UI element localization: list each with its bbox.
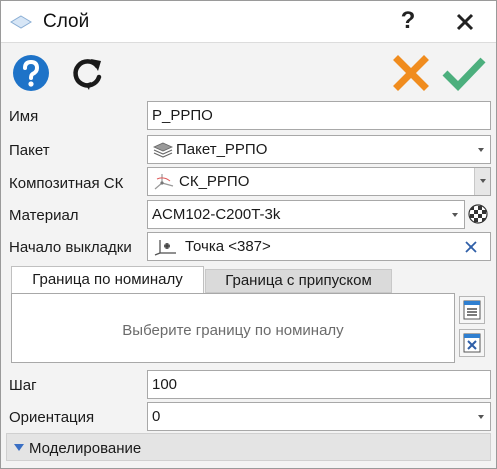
coordinate-system-icon <box>154 174 174 190</box>
package-stack-icon <box>153 142 173 158</box>
delete-list-icon <box>463 333 481 353</box>
tab-allowance-border[interactable]: Граница с припуском <box>205 269 392 293</box>
layer-icon <box>10 15 32 29</box>
orientation-label: Ориентация <box>9 409 95 426</box>
name-label: Имя <box>9 108 39 125</box>
border-selection-area[interactable]: Выберите границу по номиналу <box>11 293 455 363</box>
package-label: Пакет <box>9 142 50 159</box>
material-library-icon[interactable] <box>468 204 488 224</box>
help-circle-icon[interactable] <box>11 53 51 93</box>
material-label: Материал <box>9 207 79 224</box>
step-value: 100 <box>152 376 178 393</box>
name-value: P_PPПО <box>152 107 213 124</box>
clear-point-icon[interactable] <box>465 241 477 253</box>
layer-dialog: Слой ? Имя P_PPПО Пакет Пакет_РРПО Компо… <box>0 0 497 469</box>
checkmark-icon[interactable] <box>441 55 487 91</box>
material-select[interactable]: ACM102-C200T-3k <box>147 200 465 229</box>
step-input[interactable]: 100 <box>147 370 491 399</box>
chevron-down-icon <box>478 415 484 419</box>
package-value: Пакет_РРПО <box>176 141 268 158</box>
window-title: Слой <box>43 11 90 32</box>
cancel-x-icon[interactable] <box>393 55 429 91</box>
border-tabs: Граница по номиналу Граница с припуском <box>11 266 491 293</box>
start-value: Точка <387> <box>185 238 271 255</box>
tab-nominal-border[interactable]: Граница по номиналу <box>11 266 204 293</box>
title-bar: Слой ? <box>1 1 496 43</box>
remove-border-button[interactable] <box>459 329 485 357</box>
chevron-down-icon <box>452 213 458 217</box>
orientation-select[interactable]: 0 <box>147 402 491 431</box>
chevron-down-icon <box>480 179 486 183</box>
material-value: ACM102-C200T-3k <box>152 206 281 223</box>
cs-dropdown-button[interactable] <box>474 168 490 195</box>
close-icon[interactable] <box>451 7 479 37</box>
cs-label: Композитная СК <box>9 175 124 192</box>
point-icon <box>154 240 176 256</box>
expand-triangle-icon <box>14 444 24 451</box>
help-icon[interactable]: ? <box>395 6 421 36</box>
modeling-section-label: Моделирование <box>29 440 142 457</box>
start-point-field[interactable]: Точка <387> <box>147 232 491 261</box>
orientation-value: 0 <box>152 408 161 425</box>
border-placeholder: Выберите границу по номиналу <box>122 322 344 339</box>
cs-value: СК_РРПО <box>179 173 250 190</box>
chevron-down-icon <box>478 148 484 152</box>
add-list-icon <box>463 300 481 320</box>
add-border-button[interactable] <box>459 296 485 324</box>
package-select[interactable]: Пакет_РРПО <box>147 135 491 164</box>
start-label: Начало выкладки <box>9 239 132 256</box>
modeling-section-header[interactable]: Моделирование <box>6 433 491 461</box>
cs-select[interactable]: СК_РРПО <box>147 167 491 196</box>
name-input[interactable]: P_PPПО <box>147 101 491 130</box>
refresh-icon[interactable] <box>67 53 107 93</box>
step-label: Шаг <box>9 377 37 394</box>
